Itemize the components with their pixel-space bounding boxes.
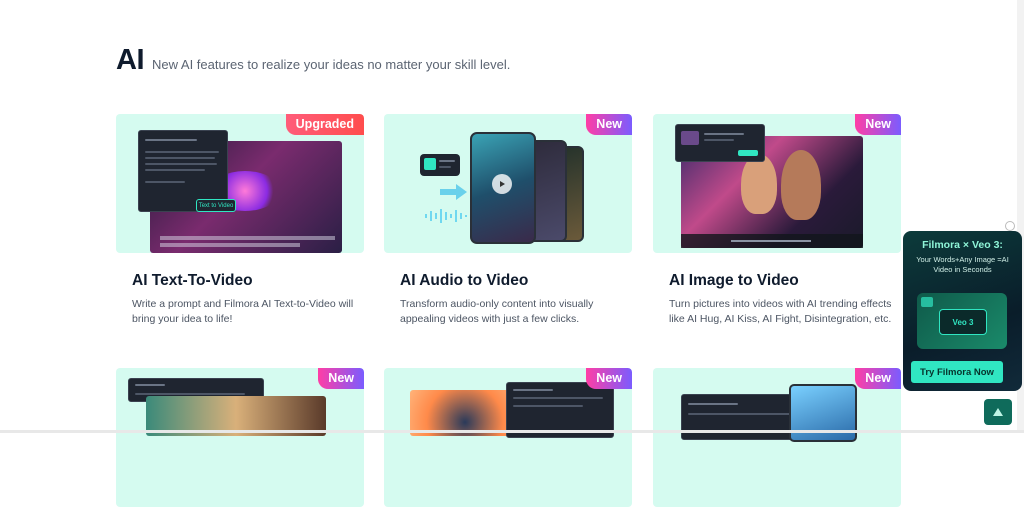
card-description: Transform audio-only content into visual… xyxy=(400,298,594,325)
close-icon[interactable] xyxy=(1005,221,1015,231)
feature-card-row2-2[interactable]: New xyxy=(384,368,632,507)
card-illustration: New xyxy=(384,114,632,253)
new-badge: New xyxy=(855,114,901,135)
arrow-right-icon xyxy=(440,184,467,200)
card-title[interactable]: AI Audio to Video xyxy=(400,272,632,290)
feature-card-image-to-video[interactable]: New AI Image to Video Turn pictures into… xyxy=(653,114,901,327)
section-subtitle: New AI features to realize your ideas no… xyxy=(152,57,511,72)
feature-card-row2-1[interactable]: New xyxy=(116,368,364,507)
phone-mockup-front xyxy=(470,132,536,244)
image-prompt-panel xyxy=(675,124,765,162)
section-header: AI New AI features to realize your ideas… xyxy=(116,44,510,77)
upgraded-badge: Upgraded xyxy=(285,114,364,135)
card-description: Write a prompt and Filmora AI Text-to-Vi… xyxy=(132,298,354,325)
feature-card-row2-3[interactable]: New xyxy=(653,368,901,507)
back-to-top-button[interactable] xyxy=(984,399,1012,425)
phone-mockup xyxy=(789,384,857,442)
veo-graphic: Veo 3 xyxy=(917,293,1007,349)
card-illustration: New xyxy=(116,368,364,507)
card-title[interactable]: AI Image to Video xyxy=(669,272,901,290)
new-badge: New xyxy=(318,368,364,389)
ad-subtitle: Your Words+Any Image =AI Video in Second… xyxy=(916,255,1009,274)
feature-card-audio-to-video[interactable]: New AI Audio to Video Transform audio-on… xyxy=(384,114,632,327)
music-note-icon xyxy=(424,158,436,170)
music-note-icon xyxy=(921,297,933,307)
try-filmora-button[interactable]: Try Filmora Now xyxy=(911,361,1003,383)
card-illustration: New xyxy=(653,114,901,253)
arrow-up-icon xyxy=(993,408,1003,416)
card-illustration: New xyxy=(653,368,901,507)
veo-badge: Veo 3 xyxy=(939,309,987,335)
card-title[interactable]: AI Text-To-Video xyxy=(132,272,364,290)
feature-card-text-to-video[interactable]: Text to Video Upgraded AI Text-To-Video … xyxy=(116,114,364,327)
ad-title: Filmora × Veo 3: xyxy=(922,239,1003,251)
section-title: AI xyxy=(116,44,145,76)
waveform-icon xyxy=(425,209,467,223)
card-illustration: New xyxy=(384,368,632,507)
video-controls-bar xyxy=(681,234,863,248)
audio-panel xyxy=(420,154,460,176)
card-illustration: Text to Video Upgraded xyxy=(116,114,364,253)
play-icon xyxy=(492,174,512,194)
new-badge: New xyxy=(586,368,632,389)
card-description: Turn pictures into videos with AI trendi… xyxy=(669,298,892,325)
filmora-veo-ad[interactable]: Filmora × Veo 3: Your Words+Any Image =A… xyxy=(903,231,1022,391)
new-badge: New xyxy=(586,114,632,135)
mock-text-to-video-button: Text to Video xyxy=(196,199,236,212)
new-badge: New xyxy=(855,368,901,389)
